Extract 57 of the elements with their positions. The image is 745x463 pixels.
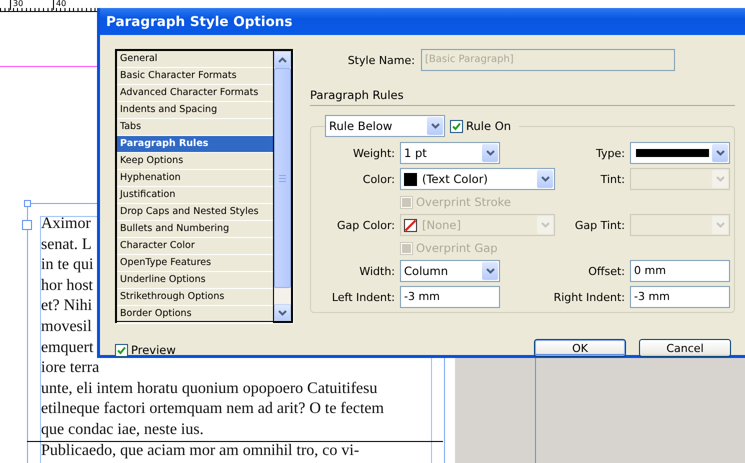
text-line: iore terra — [41, 359, 100, 376]
field-label: Type: — [596, 146, 625, 160]
frame-handle[interactable] — [24, 200, 31, 207]
dropdown[interactable]: 1 pt — [400, 142, 500, 164]
text-line: emquert — [41, 338, 94, 356]
input-field[interactable]: -3 mm — [400, 286, 500, 308]
dialog-button[interactable]: Cancel — [639, 339, 731, 357]
category-item[interactable]: General — [117, 51, 273, 68]
text-line: unte, eli intem horatu quonium opopoero Catuitifesu — [41, 380, 378, 397]
frame-handle[interactable] — [22, 220, 32, 230]
text-line: etilneque factori ortemquam nem ad arit? O te fectem — [41, 400, 384, 418]
dropdown[interactable]: Column — [400, 260, 500, 282]
field-label: Right Indent: — [554, 290, 625, 304]
field-label: Width: — [359, 264, 395, 278]
field-label: Weight: — [352, 146, 395, 160]
chevron-down-icon[interactable] — [482, 144, 498, 162]
dialog-button[interactable]: OK — [534, 339, 626, 357]
checkbox-label: Preview — [131, 343, 176, 357]
field-label: Offset: — [588, 264, 625, 278]
color-dropdown[interactable]: (Text Color) — [400, 168, 555, 190]
text-line: Aximor — [41, 215, 91, 232]
ruler-label: 30 — [10, 0, 24, 10]
field-label: Style Name: — [346, 54, 415, 66]
checkbox[interactable] — [115, 344, 128, 356]
category-item[interactable]: Border Options — [117, 306, 273, 323]
chevron-down-icon[interactable] — [537, 170, 553, 188]
field-label: Tint: — [600, 172, 625, 186]
text-line: movesil — [41, 318, 92, 335]
scrollbar[interactable] — [273, 51, 291, 321]
chevron-down-icon[interactable] — [482, 262, 498, 280]
text-line: hor host — [41, 276, 93, 294]
checkbox-label: Overprint Stroke — [416, 195, 511, 209]
field-label: Color: — [362, 172, 395, 186]
chevron-down-icon[interactable] — [427, 117, 443, 135]
text-line: in te qui — [41, 256, 94, 274]
checkbox-label: Overprint Gap — [416, 241, 498, 255]
checkbox[interactable] — [450, 120, 463, 132]
field-label: Gap Color: — [337, 218, 395, 232]
text-line: et? Nihi — [41, 297, 92, 314]
text-line: Publicaedo, que aciam mor am omnihil tro, co vi- — [41, 442, 360, 459]
input-field[interactable]: 0 mm — [630, 260, 730, 282]
text-line: que condac iae, neste ius. — [41, 420, 204, 438]
field-label: Left Indent: — [332, 290, 395, 304]
text-line: senat. L — [41, 236, 92, 253]
input-field[interactable]: -3 mm — [630, 286, 730, 308]
scroll-thumb[interactable] — [274, 68, 291, 288]
checkbox-label: Rule On — [466, 119, 512, 133]
line-type-dropdown[interactable] — [630, 142, 730, 164]
dropdown[interactable]: Rule Below — [325, 115, 445, 137]
window-title: Paragraph Style Options — [106, 14, 292, 30]
scroll-down-icon[interactable] — [274, 304, 291, 321]
chevron-down-icon[interactable] — [712, 144, 728, 162]
category-item[interactable]: Paragraph Rules — [117, 136, 273, 153]
field-label: Gap Tint: — [574, 218, 625, 232]
scroll-up-icon[interactable] — [274, 51, 291, 68]
ruler-label: 40 — [53, 0, 66, 10]
section-title: Paragraph Rules — [310, 88, 735, 106]
